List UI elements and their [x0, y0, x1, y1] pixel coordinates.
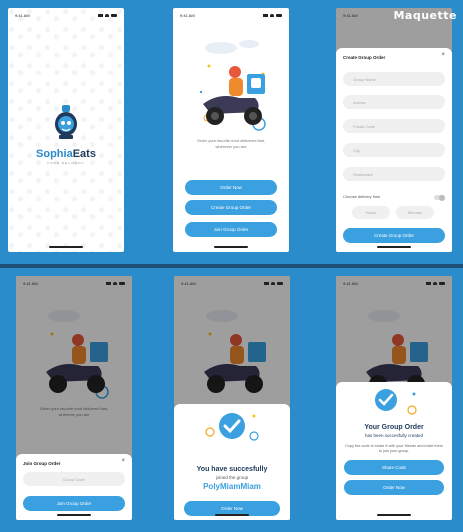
signal-icon	[263, 13, 268, 17]
battery-icon	[277, 281, 283, 285]
status-bar: 9:41 AM	[16, 276, 132, 290]
restaurant-field[interactable]: Restaurant	[343, 167, 445, 181]
status-time: 9:41 AM	[15, 12, 30, 18]
status-time: 9:41 AM	[23, 280, 38, 286]
brand-logo: SophiaEats FOOD DELIVERY	[8, 104, 124, 165]
sheet-title: Join Group Order	[23, 461, 61, 466]
checkmark-bubble-icon	[205, 413, 259, 441]
joined-success-screen: 9:41 AM You have succesfully joined the …	[174, 276, 290, 520]
battery-icon	[276, 13, 282, 17]
watermark-logo: Maquette	[393, 9, 457, 22]
status-time: 9:41 AM	[343, 280, 358, 286]
joined-success-sheet: You have succesfully joined the group Po…	[174, 404, 290, 520]
share-code-button[interactable]: Share Code	[344, 460, 444, 475]
sheet-title: Create Group Order	[343, 55, 386, 60]
home-screen: 9:41 AM Order your favorite food deliver…	[173, 8, 289, 252]
join-group-order-button[interactable]: Join Group Order	[185, 222, 277, 237]
group-created-sheet: Your Group Order has been succesfully cr…	[336, 382, 452, 520]
wifi-icon	[271, 281, 275, 285]
create-group-order-button[interactable]: Create Group Order	[185, 200, 277, 215]
close-icon[interactable]: ×	[121, 458, 125, 464]
home-indicator	[377, 514, 411, 516]
share-description: Copy the code to share it with your frie…	[345, 444, 443, 453]
join-group-order-screen: 9:41 AM Order your favorite food deliver…	[16, 276, 132, 520]
home-tagline: Order your favorite food delivered fast,…	[196, 138, 266, 149]
brand-name-part2: Eats	[72, 148, 96, 160]
success-title: Your Group Order	[364, 424, 424, 431]
status-time: 9:41 AM	[180, 12, 195, 18]
status-bar: 9:41 AM	[8, 8, 124, 22]
wifi-icon	[113, 281, 117, 285]
join-group-order-submit-button[interactable]: Join Group Order	[23, 496, 125, 511]
success-subtitle: joined the group	[215, 475, 249, 480]
wifi-icon	[433, 281, 437, 285]
signal-icon	[264, 281, 269, 285]
address-field[interactable]: Adress	[343, 95, 445, 109]
success-subtitle: has been succesfully created	[364, 433, 424, 438]
home-indicator	[214, 246, 248, 248]
delivery-time-toggle[interactable]	[434, 194, 445, 201]
status-bar: 9:41 AM	[174, 276, 290, 290]
group-code-field[interactable]: Group Code	[23, 472, 125, 486]
checkmark-bubble-icon	[375, 389, 417, 415]
group-name: PolyMiamMiam	[203, 482, 261, 491]
wifi-icon	[270, 13, 274, 17]
create-group-order-sheet: Create Group Order × Group Name Adress P…	[336, 48, 452, 252]
minutes-selector[interactable]: Minutes	[396, 206, 434, 219]
group-created-screen: 9:41 AM Your Group Order has been succes…	[336, 276, 452, 520]
home-indicator	[57, 514, 91, 516]
wifi-icon	[105, 13, 109, 17]
battery-icon	[119, 281, 125, 285]
signal-icon	[106, 281, 111, 285]
status-bar: 9:41 AM	[173, 8, 289, 22]
brand-name-part1: Sophia	[36, 148, 73, 160]
home-indicator	[377, 246, 411, 248]
splash-screen: 9:41 AM SophiaEats FOOD DELIVERY	[8, 8, 124, 252]
status-time: 9:41 AM	[343, 12, 358, 18]
order-now-button[interactable]: Order Now	[344, 480, 444, 495]
create-group-order-screen: 9:41 AM Create Group Order × Group Name …	[336, 8, 452, 252]
status-time: 9:41 AM	[181, 280, 196, 286]
hours-selector[interactable]: Hours	[352, 206, 390, 219]
postal-code-field[interactable]: Postal Code	[343, 119, 445, 133]
create-group-order-submit-button[interactable]: Create Group Order	[343, 228, 445, 243]
delivery-time-label: Choose delivery time	[343, 194, 381, 199]
success-title: You have succesfully	[196, 466, 268, 473]
order-now-button[interactable]: Order Now	[185, 180, 277, 195]
home-indicator	[49, 246, 83, 248]
city-field[interactable]: City	[343, 143, 445, 157]
chef-robot-icon	[55, 105, 77, 139]
status-bar: 9:41 AM	[336, 276, 452, 290]
signal-icon	[426, 281, 431, 285]
group-name-field[interactable]: Group Name	[343, 72, 445, 86]
join-group-order-sheet: Join Group Order × Group Code Join Group…	[16, 454, 132, 520]
home-indicator	[215, 514, 249, 516]
signal-icon	[98, 13, 103, 17]
brand-tagline: FOOD DELIVERY	[47, 161, 85, 165]
close-icon[interactable]: ×	[441, 52, 445, 58]
delivery-scooter-illustration	[199, 40, 266, 131]
battery-icon	[439, 281, 445, 285]
battery-icon	[111, 13, 117, 17]
